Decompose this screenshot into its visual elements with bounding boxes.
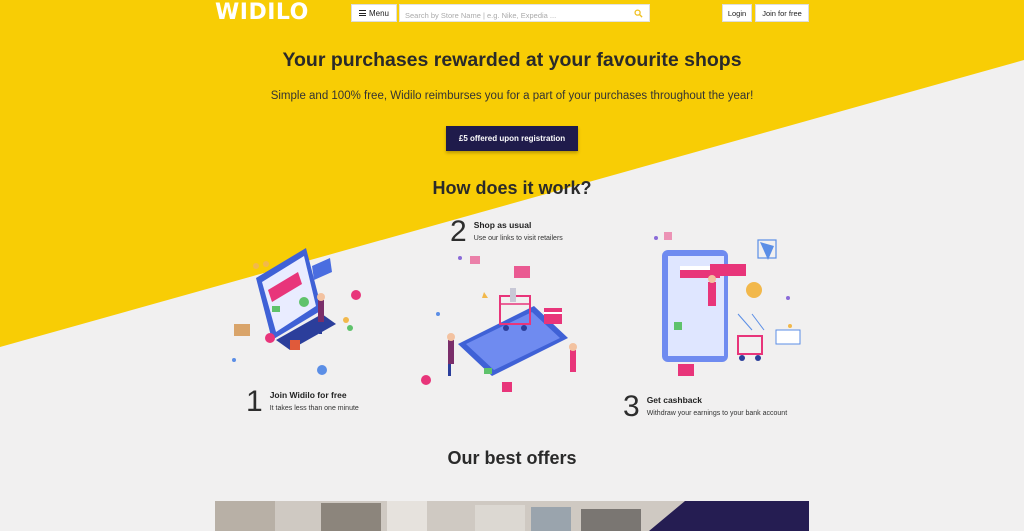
step-3: 3 Get cashback Withdraw your earnings to… — [623, 392, 787, 422]
top-navigation-bar: WIDILO Menu Login Join for free — [0, 0, 1024, 27]
step-1: 1 Join Widilo for free It takes less tha… — [246, 387, 359, 417]
search-box — [399, 4, 650, 24]
cashback-illustration — [654, 232, 801, 376]
how-it-works-title: How does it work? — [432, 178, 592, 198]
widilo-logo[interactable]: WIDILO — [215, 0, 309, 26]
best-offers-title: Our best offers — [447, 448, 577, 468]
step-title: Shop as usual — [473, 220, 532, 230]
menu-icon — [358, 10, 366, 16]
step-description: Use our links to visit retailers — [473, 235, 563, 242]
step-number: 1 — [246, 385, 263, 418]
step-title: Join Widilo for free — [269, 390, 347, 400]
menu-button[interactable]: Menu — [351, 4, 397, 22]
menu-label: Menu — [368, 8, 389, 18]
login-button[interactable]: Login — [722, 4, 752, 22]
search-icon[interactable] — [634, 9, 643, 18]
step-2: 2 Shop as usual Use our links to visit r… — [450, 217, 563, 247]
join-for-free-button[interactable]: Join for free — [755, 4, 809, 22]
step-description: It takes less than one minute — [269, 405, 359, 412]
step-description: Withdraw your earnings to your bank acco… — [646, 410, 788, 417]
search-input[interactable] — [400, 7, 625, 24]
step-number: 2 — [450, 215, 467, 248]
registration-offer-button[interactable]: £5 offered upon registration — [446, 126, 578, 151]
step-title: Get cashback — [646, 395, 702, 405]
signup-illustration — [232, 248, 361, 375]
hero-title: Your purchases rewarded at your favourit… — [282, 49, 742, 71]
step-number: 3 — [623, 390, 640, 423]
offer-banner-image[interactable] — [215, 501, 809, 531]
hero-subtitle: Simple and 100% free, Widilo reimburses … — [270, 90, 754, 102]
main-content: Your purchases rewarded at your favourit… — [0, 0, 1024, 531]
shopping-illustration — [421, 256, 577, 392]
